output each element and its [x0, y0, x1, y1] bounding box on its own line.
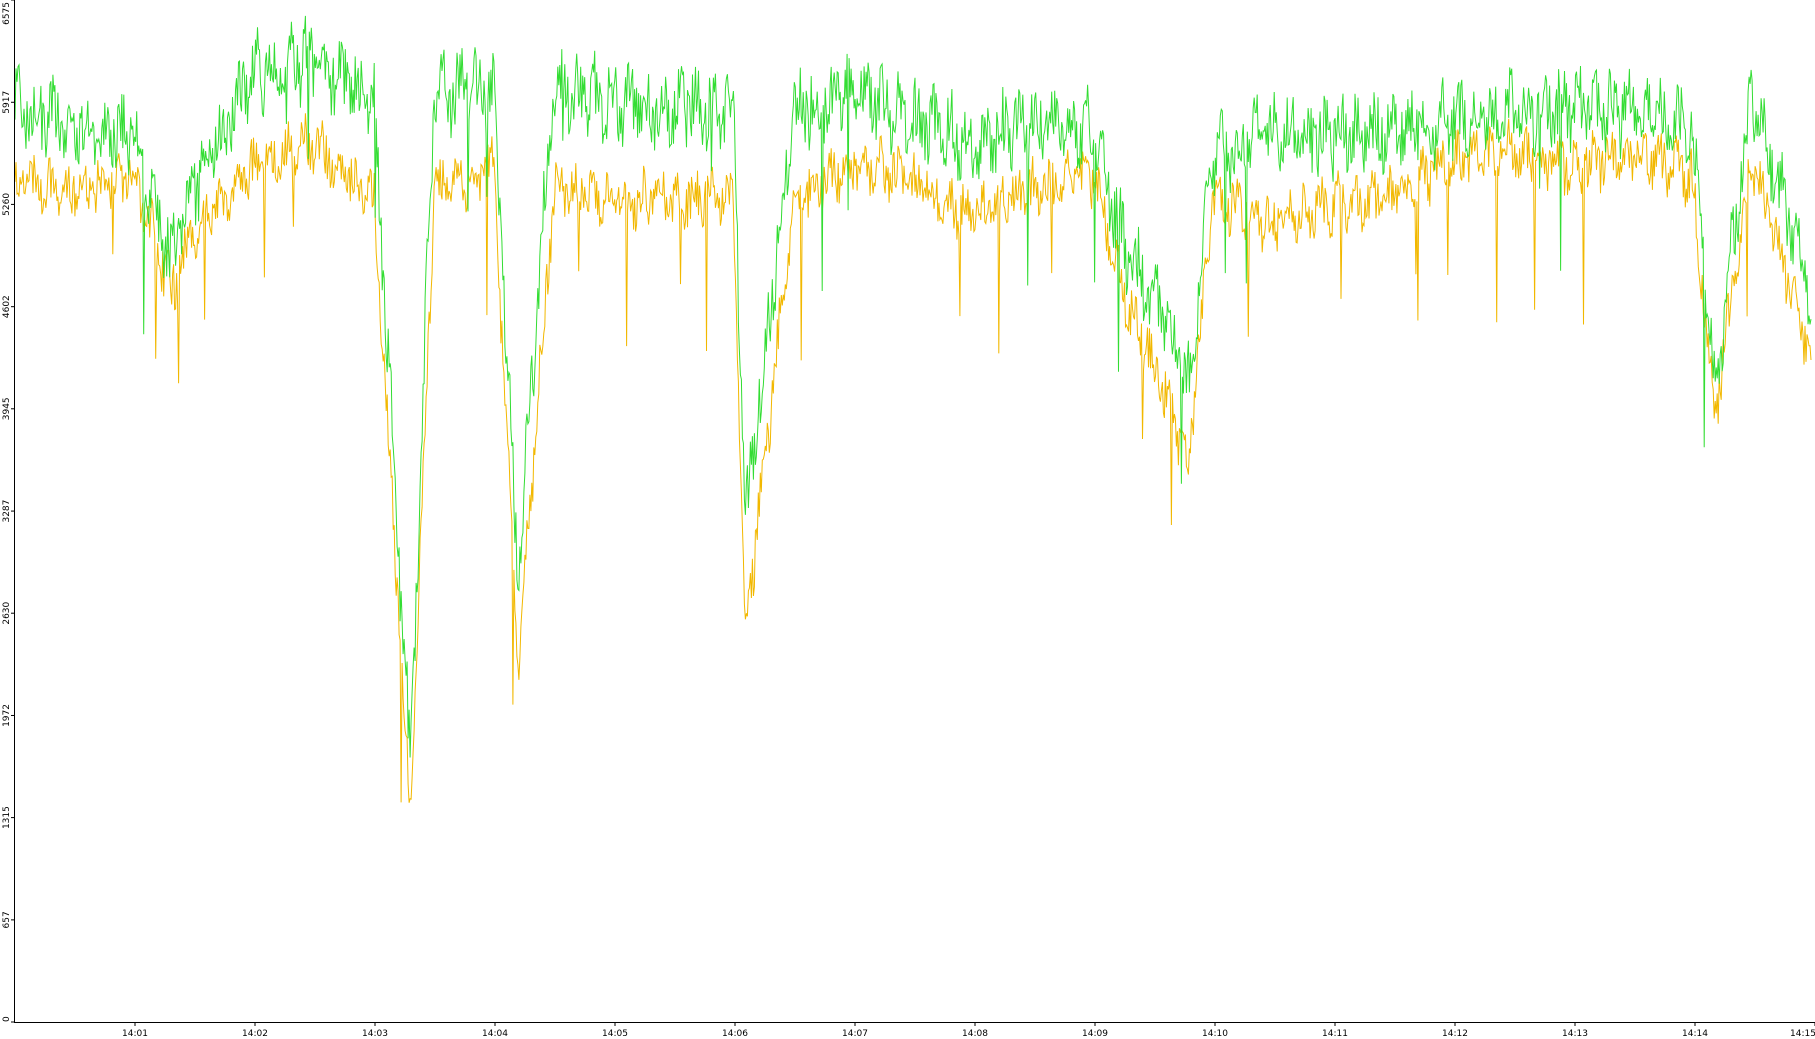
y-tick-labels: 0 657 1315 1972 2630 3287 3945 4602 5260 5917 6575: [2, 0, 15, 1023]
y-tick-label: 3287: [2, 500, 12, 523]
y-tick-label: 1972: [2, 704, 12, 727]
y-tick-label: 3945: [2, 397, 12, 420]
y-tick-label: 1315: [2, 806, 12, 829]
x-tick-labels: 14:01 14:02 14:03 14:04 14:05 14:06 14:07 14:08…: [122, 1022, 1815, 1039]
x-tick-label: 14:12: [1442, 1029, 1468, 1039]
y-tick-label: 5260: [2, 193, 12, 216]
series-line-1: [14, 113, 1812, 803]
x-tick-label: 14:15: [1790, 1029, 1815, 1039]
y-tick-label: 2630: [2, 601, 12, 624]
x-tick-label: 14:07: [842, 1029, 868, 1039]
series-line-0: [14, 15, 1812, 758]
series-layer: [14, 15, 1812, 803]
x-tick-label: 14:08: [962, 1029, 988, 1039]
x-tick-label: 14:09: [1082, 1029, 1108, 1039]
x-tick-label: 14:13: [1562, 1029, 1588, 1039]
x-tick-label: 14:02: [242, 1029, 268, 1039]
y-tick-label: 5917: [2, 91, 12, 114]
x-tick-label: 14:14: [1682, 1029, 1708, 1039]
x-tick-label: 14:01: [122, 1029, 148, 1039]
x-tick-label: 14:06: [722, 1029, 748, 1039]
x-tick-label: 14:05: [602, 1029, 628, 1039]
x-tick-label: 14:04: [482, 1029, 508, 1039]
y-tick-label: 657: [2, 911, 12, 928]
x-tick-label: 14:11: [1322, 1029, 1348, 1039]
x-tick-label: 14:10: [1202, 1029, 1228, 1039]
x-tick-label: 14:03: [362, 1029, 388, 1039]
line-chart: 0 657 1315 1972 2630 3287 3945 4602 5260 5917 6575…: [2, 0, 1815, 1039]
y-tick-label: 0: [2, 1016, 12, 1022]
y-tick-label: 4602: [2, 295, 12, 318]
y-tick-label: 6575: [2, 2, 12, 25]
